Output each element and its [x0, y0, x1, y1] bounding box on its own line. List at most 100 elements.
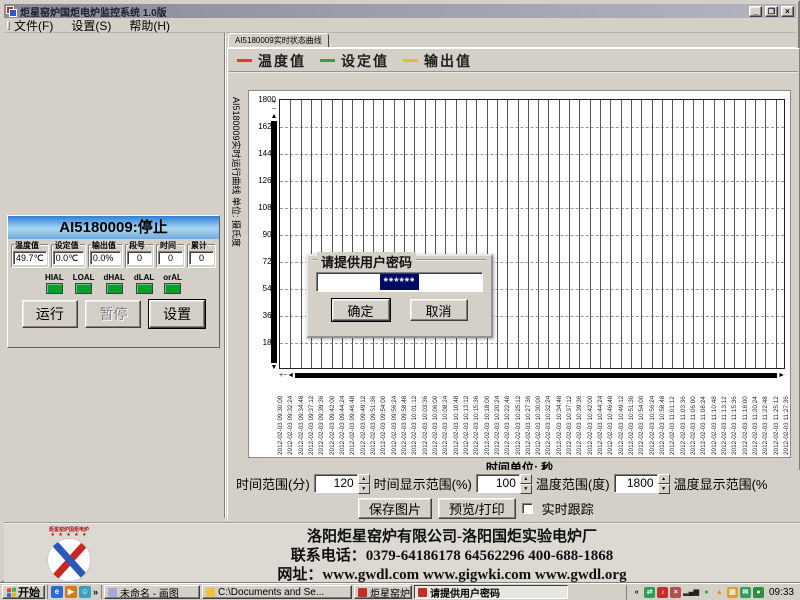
x-tick-label: 2012-02-03 09:42:00 [329, 377, 337, 455]
shield-icon[interactable]: ▲ [714, 587, 725, 598]
gridline-v [631, 100, 632, 368]
run-button[interactable]: 运行 [22, 300, 78, 328]
time-range-spinner[interactable]: ▲▼ [358, 474, 370, 493]
update-icon[interactable]: ● [753, 587, 764, 598]
x-tick-label: 2012-02-03 10:51:36 [628, 377, 636, 455]
minimize-button[interactable]: _ [749, 6, 762, 17]
cancel-button[interactable]: 取消 [410, 299, 468, 321]
taskbar-task-button[interactable]: C:\Documents and Se... [202, 585, 352, 599]
quick-launch-overflow-icon[interactable]: » [93, 587, 98, 597]
gridline-v [724, 100, 725, 368]
signal-icon[interactable]: ▂▄▆ [683, 587, 699, 598]
gridline-v [518, 100, 519, 368]
x-tick-label: 2012-02-03 09:54:00 [380, 377, 388, 455]
time-display-spinner[interactable]: ▲▼ [520, 474, 532, 493]
field-label: 段号 [128, 240, 146, 251]
toolbar-grip[interactable] [7, 21, 10, 30]
down-arrow-icon[interactable]: ▼ [271, 364, 278, 371]
x-tick-label: 2012-02-03 09:46:48 [349, 377, 357, 455]
x-tick-label: 2012-02-03 09:37:12 [308, 377, 316, 455]
menu-item[interactable]: 文件(F) [14, 17, 53, 34]
volume-muted-icon[interactable]: ♪ [657, 587, 668, 598]
time-range-input[interactable]: 120 [314, 474, 358, 493]
menu-item[interactable]: 设置(S) [71, 17, 111, 34]
x-tick-label: 2012-02-03 10:34:48 [556, 377, 564, 455]
gridline-v [714, 100, 715, 368]
logo-emblem [47, 538, 91, 582]
preview-print-button[interactable]: 预览/打印 [438, 498, 516, 519]
x-tick-label: 2012-02-03 10:15:36 [473, 377, 481, 455]
x-tick-label: 2012-02-03 09:49:12 [360, 377, 368, 455]
x-tick-label: 2012-02-03 10:08:24 [442, 377, 450, 455]
paint-icon [108, 588, 117, 597]
zoom-out-icon[interactable]: − [272, 106, 276, 113]
gridline-h [280, 343, 784, 344]
gridline-v [672, 100, 673, 368]
gridline-v [652, 100, 653, 368]
media-player-icon[interactable]: ▶ [65, 586, 77, 598]
system-tray: «⇄♪×▂▄▆●▲▤✉●09:33 [626, 585, 798, 600]
led-light [46, 283, 63, 294]
field-value: 49.7℃ [13, 251, 47, 265]
pause-button[interactable]: 暂停 [85, 300, 141, 328]
chart-legend: 温度值设定值输出值 [229, 50, 798, 73]
save-image-button[interactable]: 保存图片 [358, 498, 432, 519]
footer: 炬星窑炉国炬电炉 ★ ★ ★ ★ ★ 洛阳炬星窑炉有限公司-洛阳国炬实验电炉厂 … [4, 522, 800, 583]
gridline-v [662, 100, 663, 368]
gridline-v [528, 100, 529, 368]
time-range-label: 时间范围(分) [236, 474, 310, 493]
menu-bar: 文件(F) 设置(S) 帮助(H) [4, 19, 796, 33]
close-button[interactable]: × [781, 6, 794, 17]
password-input[interactable]: ****** [316, 272, 483, 292]
temp-range-input[interactable]: 1800 [614, 474, 658, 493]
y-tick-label: 180 [249, 338, 276, 347]
led-label: HIAL [45, 273, 64, 282]
tab-realtime-curve[interactable]: AI5180009实时状态曲线 [228, 33, 329, 48]
document-icon[interactable]: ▤ [727, 587, 738, 598]
temp-range-spinner[interactable]: ▲▼ [658, 474, 670, 493]
realtime-track-checkbox[interactable] [522, 503, 533, 514]
sync-icon[interactable]: ⇄ [644, 587, 655, 598]
password-dialog-icon [418, 588, 427, 597]
gridline-v [548, 100, 549, 368]
x-tick-label: 2012-02-03 11:15:36 [731, 377, 739, 455]
start-button[interactable]: 开始 [2, 585, 45, 599]
messenger-icon[interactable]: ☺ [79, 586, 91, 598]
gridline-v [703, 100, 704, 368]
up-arrow-icon[interactable]: ▲ [271, 113, 278, 120]
x-tick-label: 2012-02-03 10:46:48 [607, 377, 615, 455]
x-tick-label: 2012-02-03 10:30:00 [535, 377, 543, 455]
status-green-icon[interactable]: ● [701, 587, 712, 598]
legend-color-dash [237, 59, 252, 62]
device-fields: 温度值49.7℃设定值0.0℃输出值0.0%段号0时间0累计0 [8, 239, 219, 270]
ok-button[interactable]: 确定 [332, 299, 390, 321]
x-tick-label: 2012-02-03 10:37:12 [566, 377, 574, 455]
taskbar-task-button[interactable]: 请提供用户密码 [414, 585, 568, 599]
x-tick-label: 2012-02-03 10:20:24 [494, 377, 502, 455]
gridline-v [290, 100, 291, 368]
time-display-input[interactable]: 100 [476, 474, 520, 493]
menu-item[interactable]: 帮助(H) [129, 17, 170, 34]
splitter[interactable] [224, 33, 226, 518]
x-tick-label: 2012-02-03 09:30:00 [277, 377, 285, 455]
mail-icon[interactable]: ✉ [740, 587, 751, 598]
x-tick-label: 2012-02-03 09:34:48 [298, 377, 306, 455]
legend-label: 温度值 [258, 51, 306, 71]
x-tick-label: 2012-02-03 10:01:12 [411, 377, 419, 455]
taskbar-task-button[interactable]: 炬星窑炉国炬电炉监.. [354, 585, 412, 599]
gridline-v [600, 100, 601, 368]
taskbar: 开始 e▶☺» 未命名 - 画图C:\Documents and Se...炬星… [0, 583, 800, 600]
x-tick-label: 2012-02-03 09:58:48 [401, 377, 409, 455]
setup-button[interactable]: 设置 [149, 300, 205, 328]
taskbar-task-button[interactable]: 未命名 - 画图 [104, 585, 200, 599]
ie-icon[interactable]: e [51, 586, 63, 598]
restore-button[interactable]: ❐ [765, 6, 778, 17]
device-panel: AI5180009:停止 温度值49.7℃设定值0.0℃输出值0.0%段号0时间… [7, 215, 220, 348]
field-group: 温度值49.7℃ [11, 244, 49, 268]
field-group: 时间0 [156, 244, 185, 268]
y-tick-label: 1620 [249, 122, 276, 131]
device-buttons: 运行 暂停 设置 [8, 294, 219, 328]
network-error-icon[interactable]: × [670, 587, 681, 598]
legend-color-dash [403, 59, 418, 62]
tray-chevron-icon[interactable]: « [631, 587, 642, 598]
